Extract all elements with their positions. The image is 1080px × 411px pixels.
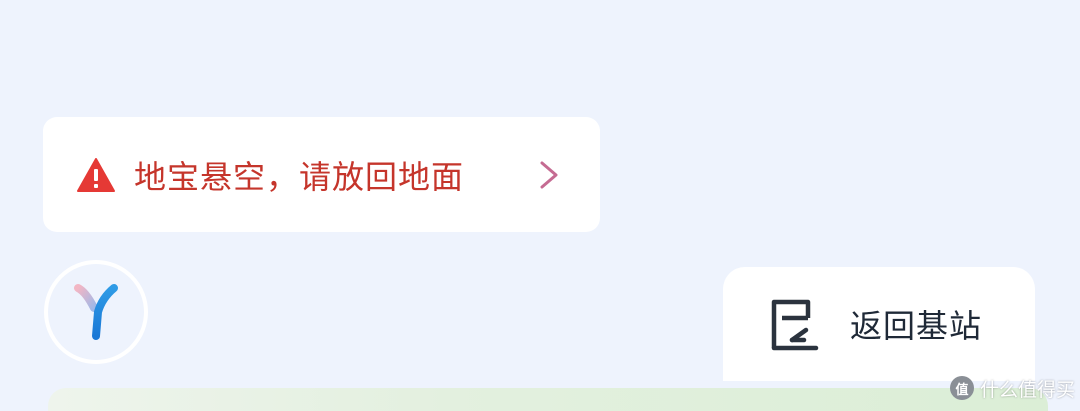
return-to-base-icon xyxy=(771,299,819,351)
y-logo-icon xyxy=(74,284,118,340)
robot-avatar[interactable] xyxy=(44,260,148,364)
watermark-text: 什么值得买 xyxy=(980,378,1076,401)
return-to-base-button[interactable]: 返回基站 xyxy=(723,267,1035,381)
chevron-right-icon[interactable] xyxy=(534,155,564,195)
watermark: 值 什么值得买 xyxy=(950,374,1075,402)
warning-triangle-icon xyxy=(77,157,115,192)
return-to-base-label: 返回基站 xyxy=(850,307,983,345)
watermark-logo-icon: 值 xyxy=(950,376,974,400)
alert-message: 地宝悬空，请放回地面 xyxy=(134,157,465,196)
map-panel-edge xyxy=(48,388,1048,411)
robot-status-screen: 地宝悬空，请放回地面 返回基站 值 什么值得买 xyxy=(0,0,1080,411)
suspended-alert-card[interactable]: 地宝悬空，请放回地面 xyxy=(43,117,600,232)
